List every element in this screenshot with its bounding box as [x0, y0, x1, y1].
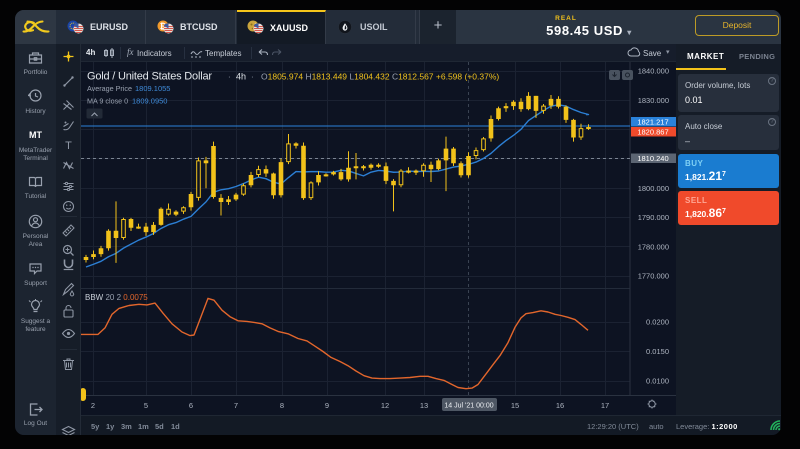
svg-text:12: 12 [381, 401, 389, 410]
svg-text:MA 9 close 0: MA 9 close 0 [87, 97, 128, 106]
svg-text:1810.240: 1810.240 [637, 154, 668, 163]
svg-text:15: 15 [511, 401, 519, 410]
svg-text:1840.000: 1840.000 [638, 67, 669, 76]
svg-text:6: 6 [189, 401, 193, 410]
svg-text:·: · [228, 73, 231, 82]
svg-text:0.0200: 0.0200 [646, 318, 669, 327]
svg-text:·: · [251, 73, 254, 82]
svg-text:2: 2 [91, 401, 95, 410]
svg-text:17: 17 [601, 401, 609, 410]
svg-text:9: 9 [325, 401, 329, 410]
svg-text:1790.000: 1790.000 [638, 213, 669, 222]
svg-text:0.0100: 0.0100 [646, 377, 669, 386]
svg-text:0.0150: 0.0150 [646, 347, 669, 356]
svg-text:1820.867: 1820.867 [637, 128, 668, 137]
svg-text:1830.000: 1830.000 [638, 96, 669, 105]
svg-text:1809.0950: 1809.0950 [132, 97, 167, 106]
svg-text:1770.000: 1770.000 [638, 272, 669, 281]
svg-text:T: T [65, 140, 72, 152]
svg-text:Gold / United States Dollar: Gold / United States Dollar [87, 71, 212, 83]
svg-text:BBW 20 2 0.0075: BBW 20 2 0.0075 [85, 293, 148, 302]
svg-text:13: 13 [420, 401, 428, 410]
svg-text:5: 5 [144, 401, 148, 410]
svg-text:1800.000: 1800.000 [638, 184, 669, 193]
svg-text:Average Price: Average Price [87, 84, 132, 93]
svg-text:16: 16 [556, 401, 564, 410]
svg-text:O1805.974 H1813.449 L1804.432: O1805.974 H1813.449 L1804.432 C1812.567 … [261, 72, 499, 82]
svg-text:14 Jul '21 00:00: 14 Jul '21 00:00 [444, 403, 493, 410]
svg-text:8: 8 [280, 401, 284, 410]
svg-text:1780.000: 1780.000 [638, 243, 669, 252]
svg-text:4h: 4h [236, 72, 246, 82]
svg-text:1821.217: 1821.217 [637, 118, 668, 127]
svg-text:7: 7 [234, 401, 238, 410]
svg-text:1809.1055: 1809.1055 [135, 84, 170, 93]
